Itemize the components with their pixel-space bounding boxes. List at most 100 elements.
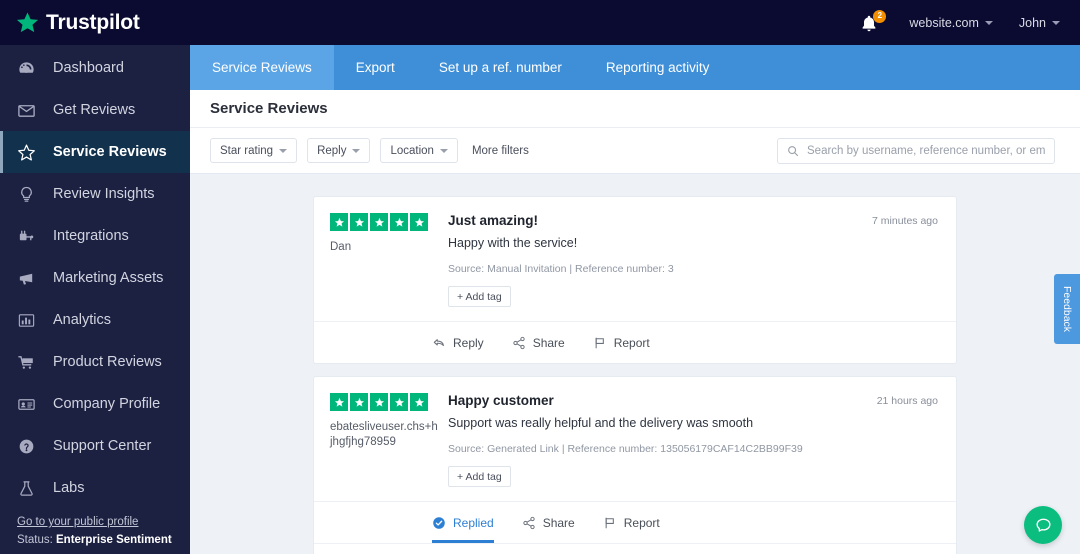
star-icon bbox=[16, 11, 39, 34]
sidebar-item-label: Marketing Assets bbox=[53, 270, 164, 286]
id-card-icon bbox=[17, 395, 36, 414]
bar-chart-icon bbox=[17, 311, 36, 330]
replied-button[interactable]: Replied bbox=[432, 502, 494, 543]
sidebar-item-labs[interactable]: Labs bbox=[0, 467, 190, 509]
sidebar-item-get-reviews[interactable]: Get Reviews bbox=[0, 89, 190, 131]
flag-icon bbox=[595, 337, 604, 348]
chevron-down-icon bbox=[439, 148, 448, 153]
sidebar-item-marketing-assets[interactable]: Marketing Assets bbox=[0, 257, 190, 299]
action-label: Replied bbox=[453, 515, 494, 530]
reviewer-name: Dan bbox=[330, 241, 352, 253]
reply-button[interactable]: Reply bbox=[432, 322, 484, 363]
status-value: Enterprise Sentiment bbox=[56, 534, 172, 546]
main-area: Service Reviews Export Set up a ref. num… bbox=[190, 45, 1080, 554]
review-content: Just amazing! 7 minutes ago Happy with t… bbox=[448, 213, 938, 307]
sidebar-item-support-center[interactable]: Support Center bbox=[0, 425, 190, 467]
brand-logo[interactable]: Trustpilot bbox=[0, 11, 190, 35]
add-tag-button[interactable]: + Add tag bbox=[448, 466, 511, 487]
reviewer-name: ebatesliveuser.chs+hjhgfjhg78959 bbox=[330, 421, 438, 448]
sidebar-item-label: Dashboard bbox=[53, 60, 124, 76]
sidebar-item-label: Get Reviews bbox=[53, 102, 136, 118]
star-icon bbox=[330, 213, 348, 231]
sidebar-item-label: Labs bbox=[53, 480, 85, 496]
brand-name: Trustpilot bbox=[46, 10, 140, 34]
review-source-meta: Source: Manual Invitation | Reference nu… bbox=[448, 263, 674, 275]
shopping-cart-icon bbox=[17, 353, 36, 372]
speedometer-icon bbox=[17, 59, 36, 78]
sidebar-item-review-insights[interactable]: Review Insights bbox=[0, 173, 190, 215]
action-label: Report bbox=[613, 335, 650, 350]
sidebar-item-label: Analytics bbox=[53, 312, 112, 328]
site-selector[interactable]: website.com bbox=[909, 15, 993, 30]
review-text: Support was really helpful and the deliv… bbox=[448, 416, 754, 430]
sidebar: Dashboard Get Reviews Service Reviews Re… bbox=[0, 45, 190, 554]
lightbulb-icon bbox=[17, 185, 36, 204]
sidebar-item-label: Product Reviews bbox=[53, 354, 162, 370]
company-reply: Bundingo - TP Test ... Thank you very mu… bbox=[314, 543, 956, 554]
reviews-list: Dan Just amazing! 7 minutes ago Happy wi… bbox=[313, 196, 957, 554]
review-title: Just amazing! bbox=[448, 213, 539, 228]
sidebar-item-product-reviews[interactable]: Product Reviews bbox=[0, 341, 190, 383]
feedback-tab[interactable]: Feedback bbox=[1054, 274, 1080, 344]
sidebar-item-analytics[interactable]: Analytics bbox=[0, 299, 190, 341]
megaphone-icon bbox=[17, 269, 36, 288]
notifications-button[interactable]: 2 bbox=[861, 9, 887, 35]
trustpilot-business-app: Trustpilot 2 website.com John Dashboard … bbox=[0, 0, 1080, 554]
chevron-down-icon bbox=[984, 20, 993, 25]
review-content: Happy customer 21 hours ago Support was … bbox=[448, 393, 938, 487]
star-icon bbox=[370, 213, 388, 231]
review-card: Dan Just amazing! 7 minutes ago Happy wi… bbox=[313, 196, 957, 364]
review-actions: Reply Share Report bbox=[314, 321, 956, 363]
star-icon bbox=[330, 393, 348, 411]
feedback-tab-label: Feedback bbox=[1061, 285, 1073, 333]
filter-location[interactable]: Location bbox=[380, 138, 458, 163]
share-button[interactable]: Share bbox=[512, 322, 565, 363]
sidebar-item-company-profile[interactable]: Company Profile bbox=[0, 383, 190, 425]
star-icon bbox=[390, 393, 408, 411]
sidebar-footer: Go to your public profile Status: Enterp… bbox=[17, 516, 180, 546]
tab-service-reviews[interactable]: Service Reviews bbox=[190, 45, 334, 90]
chat-launcher-button[interactable] bbox=[1024, 506, 1062, 544]
sidebar-item-dashboard[interactable]: Dashboard bbox=[0, 47, 190, 89]
tab-export[interactable]: Export bbox=[334, 45, 417, 90]
report-button[interactable]: Report bbox=[593, 322, 650, 363]
status-label: Status: bbox=[17, 534, 53, 546]
share-nodes-icon bbox=[523, 516, 535, 529]
review-meta-left: ebatesliveuser.chs+hjhgfjhg78959 bbox=[330, 393, 448, 487]
share-nodes-icon bbox=[513, 336, 525, 349]
public-profile-link[interactable]: Go to your public profile bbox=[17, 516, 180, 528]
filter-star-rating[interactable]: Star rating bbox=[210, 138, 298, 163]
report-button[interactable]: Report bbox=[603, 502, 660, 543]
user-menu[interactable]: John bbox=[1019, 16, 1060, 30]
review-body: Dan Just amazing! 7 minutes ago Happy wi… bbox=[314, 197, 956, 321]
star-icon bbox=[370, 393, 388, 411]
tab-bar: Service Reviews Export Set up a ref. num… bbox=[190, 45, 1080, 90]
sidebar-item-label: Review Insights bbox=[53, 186, 155, 202]
site-selector-label: website.com bbox=[909, 15, 979, 30]
tab-reporting-activity[interactable]: Reporting activity bbox=[584, 45, 732, 90]
chevron-down-icon bbox=[279, 148, 288, 153]
sidebar-item-label: Service Reviews bbox=[53, 144, 167, 160]
review-timestamp: 21 hours ago bbox=[876, 395, 938, 407]
reply-arrow-icon bbox=[433, 338, 444, 346]
action-label: Report bbox=[623, 515, 660, 530]
filter-reply[interactable]: Reply bbox=[307, 138, 371, 163]
filter-bar: Star rating Reply Location More filters bbox=[190, 128, 1080, 174]
action-label: Share bbox=[532, 335, 565, 350]
search-box[interactable] bbox=[777, 137, 1055, 164]
tab-set-up-ref-number[interactable]: Set up a ref. number bbox=[417, 45, 584, 90]
notification-badge: 2 bbox=[873, 9, 887, 23]
search-input[interactable] bbox=[807, 144, 1045, 157]
add-tag-button[interactable]: + Add tag bbox=[448, 286, 511, 307]
top-bar-right: 2 website.com John bbox=[861, 9, 1080, 35]
filter-location-label: Location bbox=[390, 144, 434, 157]
star-outline-icon bbox=[17, 143, 36, 162]
share-button[interactable]: Share bbox=[522, 502, 575, 543]
question-circle-icon bbox=[17, 437, 36, 456]
sidebar-item-label: Company Profile bbox=[53, 396, 161, 412]
more-filters-button[interactable]: More filters bbox=[472, 145, 529, 157]
chevron-down-icon bbox=[352, 148, 361, 153]
sidebar-item-integrations[interactable]: Integrations bbox=[0, 215, 190, 257]
reviews-scroll-area[interactable]: Dan Just amazing! 7 minutes ago Happy wi… bbox=[190, 174, 1080, 554]
sidebar-item-service-reviews[interactable]: Service Reviews bbox=[0, 131, 190, 173]
